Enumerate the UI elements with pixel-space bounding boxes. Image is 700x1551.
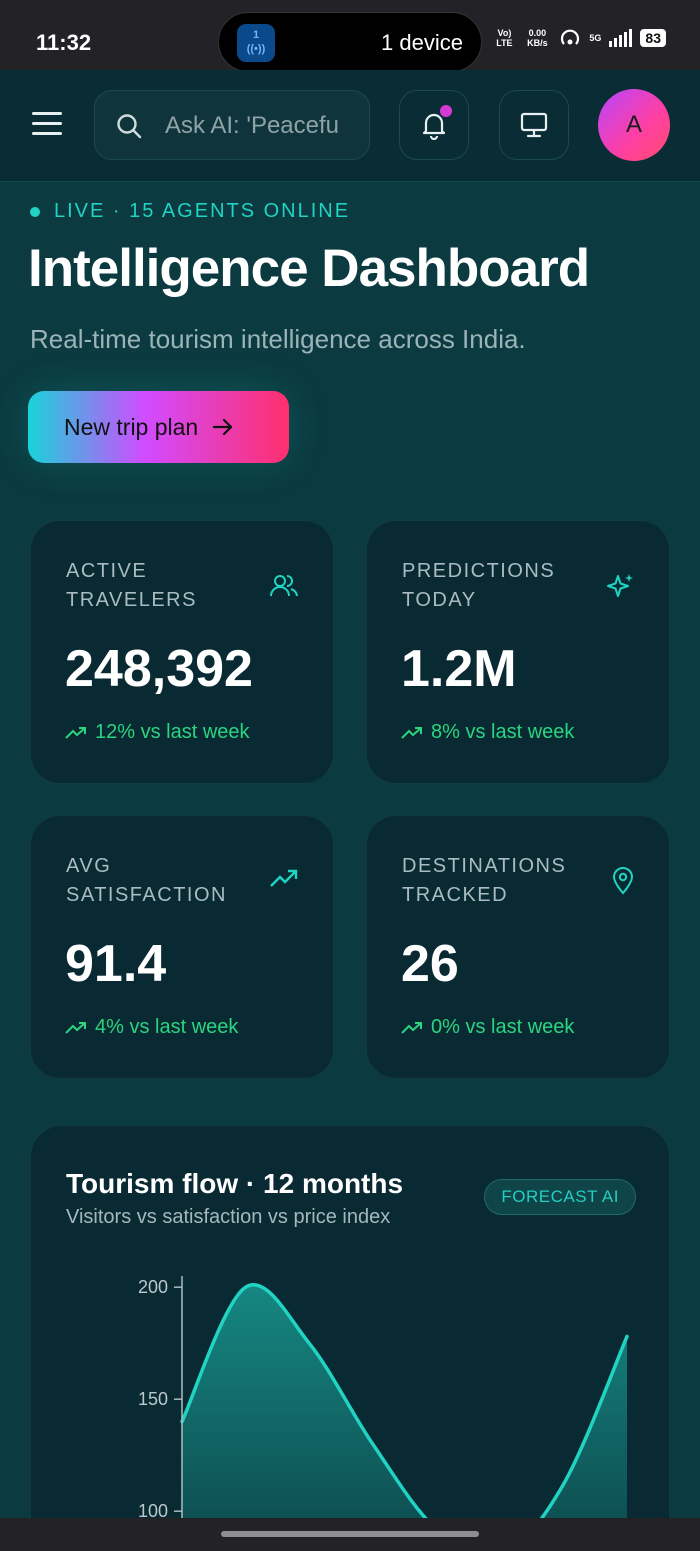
users-icon (270, 575, 298, 597)
notifications-button[interactable] (399, 90, 469, 160)
island-app-badge: 1 (252, 29, 260, 41)
stat-trend: 12% vs last week (65, 721, 250, 744)
island-text: 1 device (381, 30, 463, 55)
stat-value: 248,392 (65, 640, 253, 698)
stat-card-destinations[interactable]: DESTINATIONS TRACKED 26 0% vs last week (366, 815, 670, 1079)
stat-trend-text: 12% vs last week (95, 721, 250, 743)
stat-trend: 8% vs last week (401, 721, 574, 744)
map-pin-icon (612, 867, 634, 895)
stat-trend: 4% vs last week (65, 1016, 238, 1039)
network-type: 5G (589, 33, 602, 43)
series-area (182, 1284, 627, 1551)
avatar[interactable]: A (598, 89, 670, 161)
stat-card-avg-satisfaction[interactable]: AVG SATISFACTION 91.4 4% vs last week (30, 815, 334, 1079)
status-time: 11:32 (36, 30, 92, 55)
battery-level: 83 (640, 29, 666, 47)
trending-up-icon (65, 1021, 86, 1034)
search-icon (117, 114, 142, 139)
sparkles-icon (607, 574, 633, 597)
trending-up-icon (270, 869, 298, 887)
stat-value: 1.2M (401, 640, 517, 698)
stat-trend-text: 4% vs last week (95, 1016, 239, 1038)
live-dot (30, 206, 40, 217)
search-input[interactable] (165, 109, 347, 143)
y-tick-label: 150 (138, 1389, 168, 1409)
stat-label: ACTIVE TRAVELERS (66, 560, 197, 611)
status-indicators: Vo) LTE 0.00 KB/s 5G 83 (493, 28, 666, 48)
new-trip-plan-button[interactable]: New trip plan (28, 391, 289, 463)
system-nav-bar (0, 1518, 700, 1551)
home-handle[interactable] (221, 1531, 479, 1537)
arrow-right-icon (213, 418, 233, 436)
display-button[interactable] (499, 90, 569, 160)
stat-value: 26 (401, 935, 459, 993)
stat-trend-text: 0% vs last week (431, 1016, 575, 1038)
page-title: Intelligence Dashboard (28, 239, 590, 298)
hotspot-icon (561, 29, 580, 45)
volte-label: Vo) LTE (496, 28, 513, 48)
signal-icon (609, 29, 633, 47)
live-text: LIVE · 15 AGENTS ONLINE (54, 200, 351, 222)
dynamic-island[interactable]: 1 ((•)) 1 device (218, 12, 482, 72)
live-indicator: LIVE · 15 AGENTS ONLINE (30, 200, 350, 223)
tourism-flow-chart: 100150200 (138, 1276, 629, 1551)
app-header: A (0, 70, 700, 182)
trending-up-icon (401, 726, 422, 739)
hamburger-icon (32, 112, 62, 115)
stat-card-predictions[interactable]: PREDICTIONS TODAY 1.2M 8% vs last week (366, 520, 670, 784)
stat-trend-text: 8% vs last week (431, 721, 575, 743)
stat-label: PREDICTIONS TODAY (402, 560, 556, 611)
stat-card-active-travelers[interactable]: ACTIVE TRAVELERS 248,392 12% vs last wee… (30, 520, 334, 784)
status-bar: 11:32 1 ((•)) 1 device Vo) LTE 0.00 KB/s… (0, 0, 700, 72)
stat-trend: 0% vs last week (401, 1016, 574, 1039)
page-subtitle: Real-time tourism intelligence across In… (30, 324, 526, 354)
broadcast-glyph: ((•)) (246, 43, 266, 55)
tourism-flow-card: Tourism flow · 12 months Visitors vs sat… (30, 1125, 670, 1551)
stat-value: 91.4 (65, 935, 167, 993)
stat-label: AVG SATISFACTION (66, 855, 227, 906)
y-tick-label: 200 (138, 1277, 168, 1297)
hotspot-app-icon: 1 ((•)) (237, 24, 275, 62)
notification-dot (440, 105, 452, 117)
monitor-icon (520, 112, 548, 138)
stat-label: DESTINATIONS TRACKED (402, 855, 567, 906)
search-box[interactable] (94, 90, 370, 160)
cta-label: New trip plan (64, 413, 199, 440)
trending-up-icon (401, 1021, 422, 1034)
menu-button[interactable] (32, 112, 62, 138)
network-speed: 0.00 KB/s (527, 28, 548, 48)
trending-up-icon (65, 726, 86, 739)
